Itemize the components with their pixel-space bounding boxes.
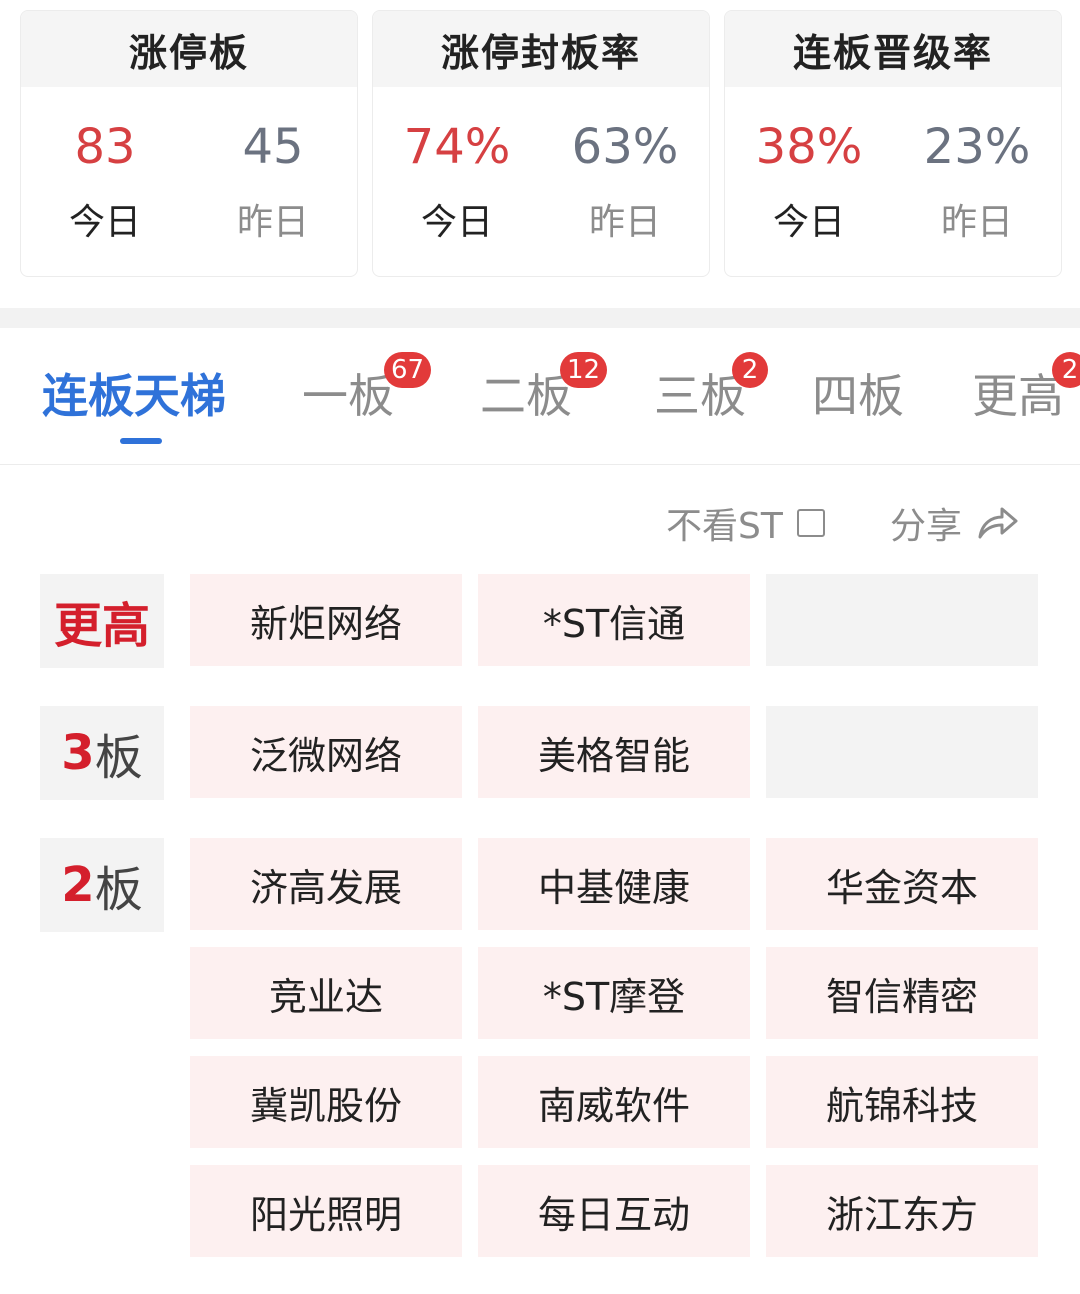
stock-cell[interactable]: 竞业达 — [190, 947, 462, 1039]
stock-cell[interactable]: 每日互动 — [478, 1165, 750, 1257]
tab-higher[interactable]: 更高 — [972, 360, 1064, 426]
stock-cell[interactable]: 华金资本 — [766, 838, 1038, 930]
level-2-board: 2板 — [40, 838, 164, 932]
card-title: 涨停封板率 — [373, 11, 709, 87]
stock-cell[interactable]: 冀凯股份 — [190, 1056, 462, 1148]
active-tab-indicator — [120, 438, 162, 444]
stock-cell[interactable]: 美格智能 — [478, 706, 750, 798]
hide-st-checkbox[interactable] — [796, 509, 825, 537]
empty-cell — [766, 706, 1038, 798]
level-suffix: 板 — [94, 730, 143, 786]
seal-rate-card[interactable]: 涨停封板率 74% 今日 63% 昨日 — [372, 10, 710, 277]
tab-1-board-badge: 67 — [384, 352, 432, 388]
stock-cell[interactable]: 南威软件 — [478, 1056, 750, 1148]
stock-cell[interactable]: 浙江东方 — [766, 1165, 1038, 1257]
tab-4-board[interactable]: 四板 — [812, 360, 904, 426]
card-title: 连板晋级率 — [725, 11, 1061, 87]
level-3-board: 3板 — [40, 706, 164, 800]
empty-cell — [766, 574, 1038, 666]
stock-cell[interactable]: 阳光照明 — [190, 1165, 462, 1257]
yesterday-label: 昨日 — [940, 202, 1013, 243]
promotion-rate-card[interactable]: 连板晋级率 38% 今日 23% 昨日 — [724, 10, 1062, 277]
hide-st-toggle[interactable]: 不看ST — [666, 496, 825, 550]
stock-cell[interactable]: 航锦科技 — [766, 1056, 1038, 1148]
today-label: 今日 — [68, 202, 141, 243]
share-button[interactable]: 分享 — [890, 496, 1020, 550]
yesterday-label: 昨日 — [236, 202, 309, 243]
hide-st-label: 不看ST — [666, 506, 783, 547]
yesterday-value: 63% — [571, 119, 679, 175]
yesterday-value: 23% — [923, 119, 1031, 175]
stock-cell[interactable]: 智信精密 — [766, 947, 1038, 1039]
today-value: 38% — [755, 119, 863, 175]
tab-1-board[interactable]: 一板 — [302, 360, 394, 426]
level-higher: 更高 — [40, 574, 164, 668]
stock-cell[interactable]: 济高发展 — [190, 838, 462, 930]
today-value: 74% — [403, 119, 511, 175]
level-suffix: 板 — [94, 862, 143, 918]
card-title: 涨停板 — [21, 11, 357, 87]
stock-cell[interactable]: 中基健康 — [478, 838, 750, 930]
section-divider — [0, 308, 1080, 328]
today-label: 今日 — [772, 202, 845, 243]
tab-2-board-badge: 12 — [560, 352, 608, 388]
tab-3-board-badge: 2 — [732, 352, 768, 388]
share-icon — [978, 507, 1018, 539]
tab-bar: 连板天梯 一板 67 二板 12 三板 2 四板 更高 2 — [0, 328, 1080, 465]
stock-cell[interactable]: *ST摩登 — [478, 947, 750, 1039]
stock-cell[interactable]: *ST信通 — [478, 574, 750, 666]
tab-higher-badge: 2 — [1052, 352, 1080, 388]
level-number: 2 — [61, 857, 95, 913]
stock-cell[interactable]: 泛微网络 — [190, 706, 462, 798]
stock-cell[interactable]: 新炬网络 — [190, 574, 462, 666]
tab-2-board[interactable]: 二板 — [480, 360, 572, 426]
today-label: 今日 — [420, 202, 493, 243]
limit-up-card[interactable]: 涨停板 83 今日 45 昨日 — [20, 10, 358, 277]
today-value: 83 — [74, 119, 136, 175]
yesterday-value: 45 — [242, 119, 304, 175]
tab-ladder[interactable]: 连板天梯 — [42, 360, 226, 426]
level-number: 3 — [61, 725, 95, 781]
stats-section: 涨停板 83 今日 45 昨日 涨停封板率 74% 今日 63% 昨日 连板晋级 — [0, 0, 1080, 308]
share-label: 分享 — [890, 506, 963, 547]
yesterday-label: 昨日 — [588, 202, 661, 243]
